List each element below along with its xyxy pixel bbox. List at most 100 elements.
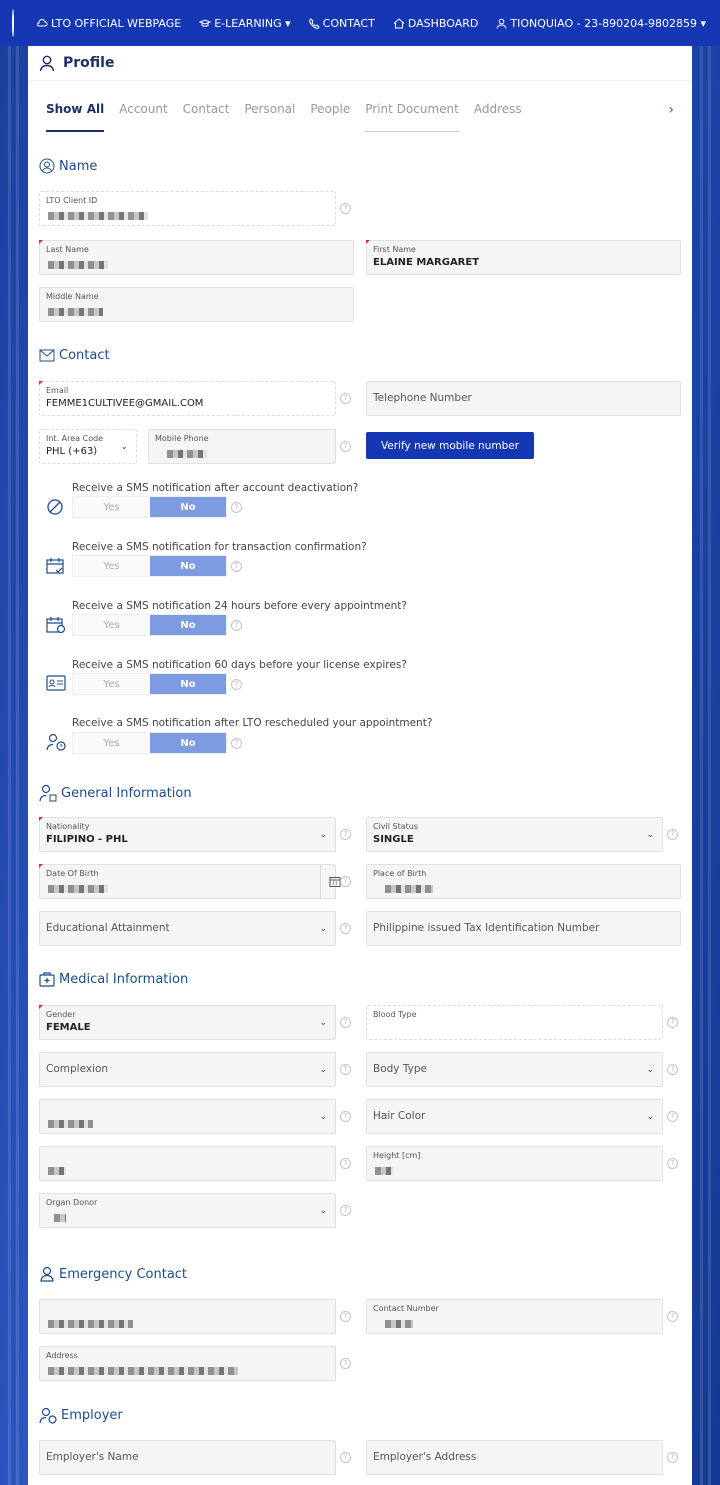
emergency-address-field[interactable]: Address [39,1346,336,1381]
help-icon[interactable]: ? [667,1111,678,1122]
tab-show-all[interactable]: Show All [46,102,105,132]
toggle-yes[interactable]: Yes [73,615,150,635]
help-icon[interactable]: ? [340,1452,351,1463]
redacted-value [48,261,108,269]
employer-name-field[interactable]: Employer's Name [39,1440,336,1475]
toggle-no[interactable]: No [150,674,226,694]
tin-field[interactable]: Philippine issued Tax Identification Num… [366,911,681,946]
chevron-down-icon: ⌄ [120,442,128,452]
help-icon[interactable]: ? [667,1017,678,1028]
place-of-birth-field[interactable]: Place of Birth [366,864,681,899]
sms-toggle[interactable]: Yes No [72,614,227,636]
id-card-icon [46,675,66,694]
toggle-yes[interactable]: Yes [73,497,150,517]
section-contact: Contact [39,348,110,363]
nav-contact[interactable]: CONTACT [308,17,375,30]
nav-lto-webpage[interactable]: LTO OFFICIAL WEBPAGE [36,17,181,30]
help-icon[interactable]: ? [340,441,351,452]
redacted-value [385,1320,413,1328]
toggle-no[interactable]: No [150,733,226,753]
tab-address[interactable]: Address [474,102,522,132]
section-general-information: General Information [39,784,192,802]
sms-toggle[interactable]: Yes No [72,732,227,754]
toggle-no[interactable]: No [150,556,226,576]
toggle-yes[interactable]: Yes [73,556,150,576]
help-icon[interactable]: ? [340,1205,351,1216]
help-icon[interactable]: ? [231,738,242,749]
nav-elearning[interactable]: E-LEARNING ▾ [199,17,291,30]
tab-print-document[interactable]: Print Document [365,102,459,132]
body-type-select[interactable]: Body Type ⌄ [366,1052,663,1087]
first-name-field[interactable]: First Name ELAINE MARGARET [366,240,681,275]
verify-mobile-button[interactable]: Verify new mobile number [366,432,534,459]
height-field[interactable]: Height [cm] [366,1146,663,1181]
tab-people[interactable]: People [310,102,350,132]
emergency-name-field[interactable] [39,1299,336,1334]
last-name-field[interactable]: Last Name [39,240,354,275]
section-medical-information: Medical Information [39,972,188,987]
help-icon[interactable]: ? [340,1064,351,1075]
chevron-right-icon[interactable]: › [668,102,674,118]
lto-logo[interactable] [12,9,14,37]
help-icon[interactable]: ? [667,829,678,840]
redacted-value [48,1320,133,1328]
help-icon[interactable]: ? [340,203,351,214]
civil-status-select[interactable]: Civil Status SINGLE ⌄ [366,817,663,852]
help-icon[interactable]: ? [231,502,242,513]
mobile-phone-field[interactable]: Mobile Phone [148,429,336,464]
page-title: Profile [63,55,115,71]
section-name: Name [39,158,97,174]
help-icon[interactable]: ? [231,620,242,631]
help-icon[interactable]: ? [231,679,242,690]
help-icon[interactable]: ? [340,1358,351,1369]
user-circle-icon [39,158,55,174]
redacted-value [375,1167,393,1175]
telephone-field[interactable]: Telephone Number [366,381,681,416]
help-icon[interactable]: ? [340,876,351,887]
employer-address-field[interactable]: Employer's Address [366,1440,663,1475]
medical-kit-icon [39,972,55,987]
tab-account[interactable]: Account [119,102,167,132]
email-field[interactable]: Email FEMME1CULTIVEE@GMAIL.COM [39,381,336,416]
hair-color-select[interactable]: Hair Color ⌄ [366,1099,663,1134]
help-icon[interactable]: ? [340,923,351,934]
help-icon[interactable]: ? [667,1452,678,1463]
help-icon[interactable]: ? [340,829,351,840]
blood-type-field[interactable]: Blood Type [366,1005,663,1040]
complexion-select[interactable]: Complexion ⌄ [39,1052,336,1087]
toggle-no[interactable]: No [150,497,226,517]
eye-color-select[interactable]: ⌄ [39,1099,336,1134]
emergency-contact-number-field[interactable]: Contact Number [366,1299,663,1334]
help-icon[interactable]: ? [340,1111,351,1122]
weight-field[interactable] [39,1146,336,1181]
educational-attainment-select[interactable]: Educational Attainment ⌄ [39,911,336,946]
tab-contact[interactable]: Contact [183,102,230,132]
help-icon[interactable]: ? [667,1064,678,1075]
help-icon[interactable]: ? [231,561,242,572]
date-of-birth-field[interactable]: Date Of Birth [39,864,340,899]
toggle-yes[interactable]: Yes [73,733,150,753]
chevron-down-icon: ⌄ [319,830,327,840]
area-code-select[interactable]: Int. Area Code PHL (+63) ⌄ [39,429,137,464]
redacted-value [385,885,433,893]
help-icon[interactable]: ? [340,393,351,404]
toggle-no[interactable]: No [150,615,226,635]
sms-toggle[interactable]: Yes No [72,673,227,695]
help-icon[interactable]: ? [667,1311,678,1322]
help-icon[interactable]: ? [340,1311,351,1322]
sms-toggle[interactable]: Yes No [72,555,227,577]
sms-toggle[interactable]: Yes No [72,496,227,518]
nav-dashboard[interactable]: DASHBOARD [393,17,478,30]
nationality-select[interactable]: Nationality FILIPINO - PHL ⌄ [39,817,336,852]
help-icon[interactable]: ? [667,1158,678,1169]
help-icon[interactable]: ? [340,1017,351,1028]
tab-personal[interactable]: Personal [244,102,295,132]
middle-name-field[interactable]: Middle Name [39,287,354,322]
organ-donor-select[interactable]: Organ Donor ⌄ [39,1193,336,1228]
gender-select[interactable]: Gender FEMALE ⌄ [39,1005,336,1040]
help-icon[interactable]: ? [340,1158,351,1169]
nav-user-menu[interactable]: TIONQUIAO - 23-890204-9802859 ▾ [496,17,706,30]
profile-tabs: Show All Account Contact Personal People… [46,102,674,132]
profile-card: Profile Show All Account Contact Persona… [28,46,692,1485]
toggle-yes[interactable]: Yes [73,674,150,694]
